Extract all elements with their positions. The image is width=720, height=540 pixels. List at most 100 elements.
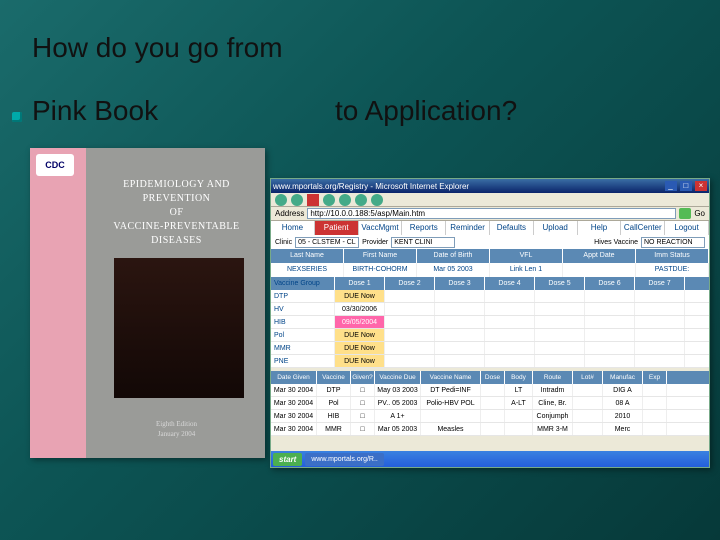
schedule-row[interactable]: MMRDUE Now	[271, 342, 709, 355]
back-icon[interactable]	[275, 194, 287, 206]
patient-row[interactable]: NEXSERIES BIRTH-COHORM Mar 05 2003 Link …	[271, 263, 709, 277]
book-title: EPIDEMIOLOGY AND PREVENTION OF VACCINE-P…	[100, 178, 253, 248]
close-button[interactable]: ×	[695, 181, 707, 191]
home-icon[interactable]	[339, 194, 351, 206]
book-title-line2: OF	[100, 206, 253, 220]
search-icon[interactable]	[355, 194, 367, 206]
sched-dose-empty	[635, 316, 685, 328]
go-label: Go	[694, 209, 705, 218]
col-immstatus[interactable]: Imm Status	[636, 249, 709, 263]
cell-vfl: Link Len 1	[490, 263, 563, 277]
sched-dose-empty	[385, 316, 435, 328]
sched-dose-empty	[435, 303, 485, 315]
tab-callcenter[interactable]: CallCenter	[621, 221, 665, 235]
admin-cell	[573, 423, 603, 435]
favorites-icon[interactable]	[371, 194, 383, 206]
admin-cell	[643, 423, 667, 435]
edition-line1: Eighth Edition	[100, 420, 253, 430]
admin-cell: Mar 30 2004	[271, 397, 317, 409]
sched-dose-empty	[485, 290, 535, 302]
admin-cell: May 03 2003	[375, 384, 421, 396]
minimize-button[interactable]: _	[665, 181, 677, 191]
col-apptdate[interactable]: Appt Date	[563, 249, 636, 263]
address-bar: Address Go	[271, 207, 709, 221]
cdc-logo: CDC	[36, 154, 74, 176]
acol-given: Given?	[351, 371, 375, 384]
hives-select[interactable]: NO REACTION	[641, 237, 705, 248]
cell-lastname: NEXSERIES	[271, 263, 344, 277]
admin-cell	[481, 410, 505, 422]
app-menubar: Home Patient VaccMgmt Reports Reminder D…	[271, 221, 709, 235]
cell-apptdate	[563, 263, 636, 277]
url-input[interactable]	[307, 208, 676, 219]
tab-logout[interactable]: Logout	[665, 221, 709, 235]
col-firstname[interactable]: First Name	[344, 249, 417, 263]
admin-cell: Measles	[421, 423, 481, 435]
sched-dose-empty	[635, 342, 685, 354]
sched-dose-empty	[435, 355, 485, 367]
admin-grid: Date Given Vaccine Group Given? Vaccine …	[271, 371, 709, 436]
schedule-header: Vaccine Group Dose 1 Dose 2 Dose 3 Dose …	[271, 277, 709, 290]
provider-select[interactable]: KENT CLINI	[391, 237, 455, 248]
sched-dose-empty	[535, 342, 585, 354]
admin-cell: MMR 3-M	[533, 423, 573, 435]
sched-dose1: 03/30/2006	[335, 303, 385, 315]
schedule-row[interactable]: PolDUE Now	[271, 329, 709, 342]
book-image-panel	[114, 258, 244, 398]
schedule-row[interactable]: DTPDUE Now	[271, 290, 709, 303]
stop-icon[interactable]	[307, 194, 319, 206]
schedule-row[interactable]: HV03/30/2006	[271, 303, 709, 316]
admin-cell	[573, 384, 603, 396]
start-button[interactable]: start	[273, 453, 302, 466]
tab-vaccmgmt[interactable]: VaccMgmt	[359, 221, 403, 235]
col-lastname[interactable]: Last Name	[271, 249, 344, 263]
refresh-icon[interactable]	[323, 194, 335, 206]
sched-dose-empty	[535, 290, 585, 302]
admin-cell	[481, 397, 505, 409]
admin-cell	[481, 384, 505, 396]
admin-cell: Mar 30 2004	[271, 423, 317, 435]
tab-reminder[interactable]: Reminder	[446, 221, 490, 235]
sched-col-d3: Dose 3	[435, 277, 485, 290]
pink-book-cover: CDC EPIDEMIOLOGY AND PREVENTION OF VACCI…	[30, 148, 265, 458]
sched-col-d5: Dose 5	[535, 277, 585, 290]
admin-row[interactable]: Mar 30 2004Pol□PV.. 05 2003Polio-HBV POL…	[271, 397, 709, 410]
admin-cell: Mar 30 2004	[271, 410, 317, 422]
admin-cell: PV.. 05 2003	[375, 397, 421, 409]
sched-dose-empty	[585, 355, 635, 367]
admin-cell: Mar 05 2003	[375, 423, 421, 435]
sched-group: PNE	[271, 355, 335, 367]
col-vfl[interactable]: VFL	[490, 249, 563, 263]
go-button[interactable]	[679, 208, 691, 219]
schedule-row[interactable]: HIB09/05/2004	[271, 316, 709, 329]
admin-cell: □	[351, 423, 375, 435]
tab-patient[interactable]: Patient	[315, 221, 359, 235]
sched-dose-empty	[485, 342, 535, 354]
address-label: Address	[275, 209, 304, 218]
provider-label: Provider	[362, 239, 388, 246]
tab-help[interactable]: Help	[578, 221, 622, 235]
clinic-select[interactable]: 05 - CLSTEM - CL	[295, 237, 359, 248]
tab-upload[interactable]: Upload	[534, 221, 578, 235]
tab-home[interactable]: Home	[271, 221, 315, 235]
sched-dose-empty	[485, 316, 535, 328]
admin-row[interactable]: Mar 30 2004MMR□Mar 05 2003MeaslesMMR 3-M…	[271, 423, 709, 436]
patient-columns: Last Name First Name Date of Birth VFL A…	[271, 249, 709, 263]
maximize-button[interactable]: □	[680, 181, 692, 191]
sched-col-d2: Dose 2	[385, 277, 435, 290]
tab-reports[interactable]: Reports	[402, 221, 446, 235]
tab-defaults[interactable]: Defaults	[490, 221, 534, 235]
taskbar-item[interactable]: www.mportals.org/R..	[305, 453, 384, 466]
admin-cell: Merc	[603, 423, 643, 435]
admin-row[interactable]: Mar 30 2004HIB□A 1+Conjumph2010	[271, 410, 709, 423]
sched-dose-empty	[385, 329, 435, 341]
sched-dose1: 09/05/2004	[335, 316, 385, 328]
admin-row[interactable]: Mar 30 2004DTP□May 03 2003DT Pedi=INFLTI…	[271, 384, 709, 397]
col-dob[interactable]: Date of Birth	[417, 249, 490, 263]
admin-cell: Mar 30 2004	[271, 384, 317, 396]
cell-dob: Mar 05 2003	[417, 263, 490, 277]
schedule-row[interactable]: PNEDUE Now	[271, 355, 709, 368]
forward-icon[interactable]	[291, 194, 303, 206]
sched-group: HIB	[271, 316, 335, 328]
sched-dose-empty	[485, 303, 535, 315]
